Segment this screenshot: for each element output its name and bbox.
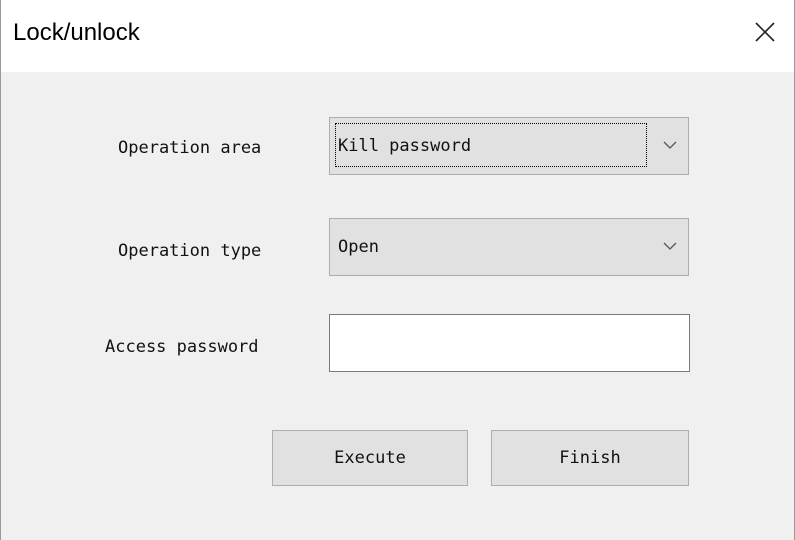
operation-type-label: Operation type	[118, 241, 262, 261]
lock-unlock-dialog: Lock/unlock Operation area Kill password…	[0, 0, 795, 540]
close-icon	[755, 22, 775, 42]
execute-button[interactable]: Execute	[272, 430, 468, 486]
operation-type-value: Open	[338, 237, 379, 257]
chevron-down-icon	[663, 242, 677, 250]
operation-area-label: Operation area	[118, 138, 262, 158]
finish-button[interactable]: Finish	[491, 430, 689, 486]
title-bar: Lock/unlock	[1, 0, 794, 72]
dialog-title: Lock/unlock	[13, 19, 140, 46]
access-password-input[interactable]	[329, 314, 690, 372]
close-button[interactable]	[741, 8, 789, 56]
operation-area-select[interactable]: Kill password	[329, 117, 689, 175]
access-password-label: Access password	[105, 337, 259, 357]
chevron-down-icon	[663, 141, 677, 149]
operation-type-select[interactable]: Open	[329, 218, 689, 276]
operation-area-value: Kill password	[338, 136, 472, 156]
